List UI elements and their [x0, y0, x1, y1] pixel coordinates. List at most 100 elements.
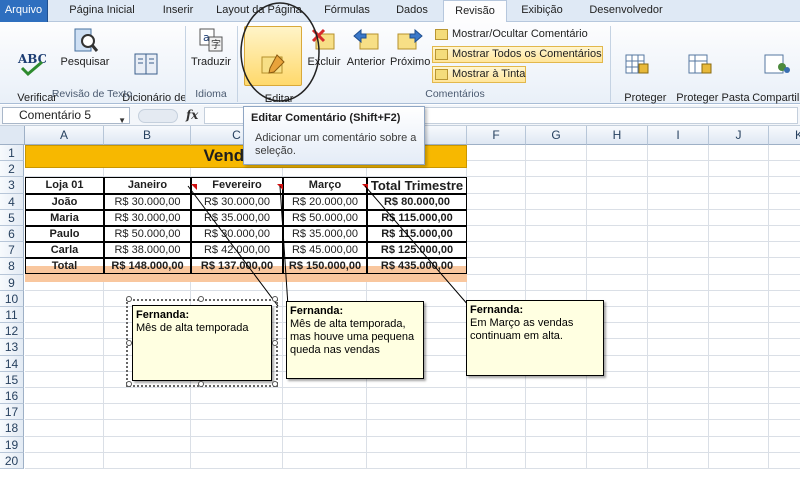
cell[interactable]: [25, 290, 104, 307]
cell[interactable]: [709, 404, 769, 421]
total-cell[interactable]: R$ 137.000,00: [191, 258, 283, 274]
cell[interactable]: [283, 436, 367, 453]
cell[interactable]: [648, 226, 709, 243]
cell[interactable]: [709, 145, 769, 162]
cell[interactable]: [709, 177, 769, 194]
traduzir-button[interactable]: a 字 Traduzir: [188, 26, 234, 68]
cell[interactable]: [709, 290, 769, 307]
cell[interactable]: [709, 355, 769, 372]
table-cell[interactable]: R$ 42.000,00: [191, 242, 283, 258]
cell[interactable]: [709, 274, 769, 291]
table-cell[interactable]: João: [25, 194, 104, 210]
row-header-5[interactable]: 5: [0, 209, 24, 226]
column-header-a[interactable]: A: [25, 126, 104, 145]
cell[interactable]: [769, 323, 800, 340]
cell[interactable]: [25, 323, 104, 340]
row-header-4[interactable]: 4: [0, 193, 24, 210]
cell[interactable]: [25, 355, 104, 372]
cell[interactable]: [526, 209, 587, 226]
cell[interactable]: [648, 436, 709, 453]
cell[interactable]: [526, 161, 587, 178]
cell[interactable]: [648, 323, 709, 340]
column-header-f[interactable]: F: [467, 126, 526, 145]
cell[interactable]: [191, 388, 283, 405]
cell[interactable]: [769, 291, 800, 307]
cell[interactable]: [709, 258, 769, 275]
cell[interactable]: [25, 420, 104, 437]
row-header-10[interactable]: 10: [0, 290, 24, 307]
cell[interactable]: [587, 226, 648, 243]
anterior-button[interactable]: Anterior: [344, 26, 388, 68]
cell[interactable]: [648, 193, 709, 210]
row-header-12[interactable]: 12: [0, 323, 24, 340]
select-all-corner[interactable]: [0, 126, 25, 145]
resize-handle[interactable]: [272, 381, 278, 387]
cell[interactable]: [367, 452, 467, 469]
row-header-8[interactable]: 8: [0, 258, 24, 275]
cell[interactable]: [587, 274, 648, 291]
column-header-g[interactable]: G: [526, 126, 587, 145]
cell[interactable]: [769, 194, 800, 210]
comment-box-fevereiro[interactable]: Fernanda: Mês de alta temporada, mas hou…: [286, 301, 424, 379]
cell[interactable]: [367, 420, 467, 437]
comment-box-marco[interactable]: Fernanda: Em Março as vendas continuam e…: [466, 300, 604, 376]
row-header-6[interactable]: 6: [0, 226, 24, 243]
cell[interactable]: [467, 404, 526, 421]
cell[interactable]: [648, 404, 709, 421]
tab-arquivo[interactable]: Arquivo: [0, 0, 48, 22]
cell[interactable]: [709, 452, 769, 469]
cell[interactable]: [648, 145, 709, 162]
row-header-2[interactable]: 2: [0, 161, 24, 178]
table-cell[interactable]: R$ 50.000,00: [104, 226, 191, 242]
table-cell[interactable]: R$ 38.000,00: [104, 242, 191, 258]
cell[interactable]: [769, 388, 800, 405]
proximo-button[interactable]: Próximo: [390, 26, 430, 68]
row-header-14[interactable]: 14: [0, 355, 24, 372]
cell[interactable]: [587, 388, 648, 405]
cell[interactable]: [526, 274, 587, 291]
cell[interactable]: [25, 388, 104, 405]
cell[interactable]: [283, 452, 367, 469]
cell[interactable]: [25, 452, 104, 469]
cell[interactable]: [587, 161, 648, 178]
cell[interactable]: [587, 242, 648, 259]
cell[interactable]: [709, 161, 769, 178]
table-cell[interactable]: R$ 30.000,00: [191, 226, 283, 242]
mostrar-ocultar-comentario-button[interactable]: Mostrar/Ocultar Comentário: [432, 26, 589, 43]
table-cell[interactable]: R$ 115.000,00: [367, 210, 467, 226]
table-cell[interactable]: R$ 30.000,00: [104, 194, 191, 210]
comment-box-janeiro[interactable]: Fernanda: Mês de alta temporada: [132, 305, 272, 381]
cell[interactable]: [104, 436, 191, 453]
cell[interactable]: [587, 177, 648, 194]
cell[interactable]: [769, 372, 800, 388]
cell[interactable]: [587, 145, 648, 162]
cell[interactable]: [648, 420, 709, 437]
tab-pagina-inicial[interactable]: Página Inicial: [56, 0, 148, 22]
formula-bar-resize-handle[interactable]: [138, 109, 178, 123]
tab-desenvolvedor[interactable]: Desenvolvedor: [580, 0, 672, 22]
cell[interactable]: [769, 177, 800, 194]
table-cell[interactable]: R$ 125.000,00: [367, 242, 467, 258]
cell[interactable]: [709, 226, 769, 243]
cell[interactable]: [467, 258, 526, 275]
cell[interactable]: [587, 193, 648, 210]
cell[interactable]: [526, 388, 587, 405]
cell[interactable]: [467, 420, 526, 437]
cell[interactable]: [709, 307, 769, 324]
cell[interactable]: [587, 420, 648, 437]
cell[interactable]: [648, 274, 709, 291]
cell[interactable]: [709, 193, 769, 210]
cell[interactable]: [25, 436, 104, 453]
cell[interactable]: [769, 404, 800, 421]
cell[interactable]: [191, 452, 283, 469]
cell[interactable]: [709, 209, 769, 226]
cell[interactable]: [191, 420, 283, 437]
cell[interactable]: [648, 290, 709, 307]
table-cell[interactable]: R$ 20.000,00: [283, 194, 367, 210]
cell[interactable]: [769, 453, 800, 469]
cell[interactable]: [587, 258, 648, 275]
resize-handle[interactable]: [198, 296, 204, 302]
table-cell[interactable]: R$ 35.000,00: [283, 226, 367, 242]
cell[interactable]: [367, 388, 467, 405]
cell[interactable]: [709, 242, 769, 259]
